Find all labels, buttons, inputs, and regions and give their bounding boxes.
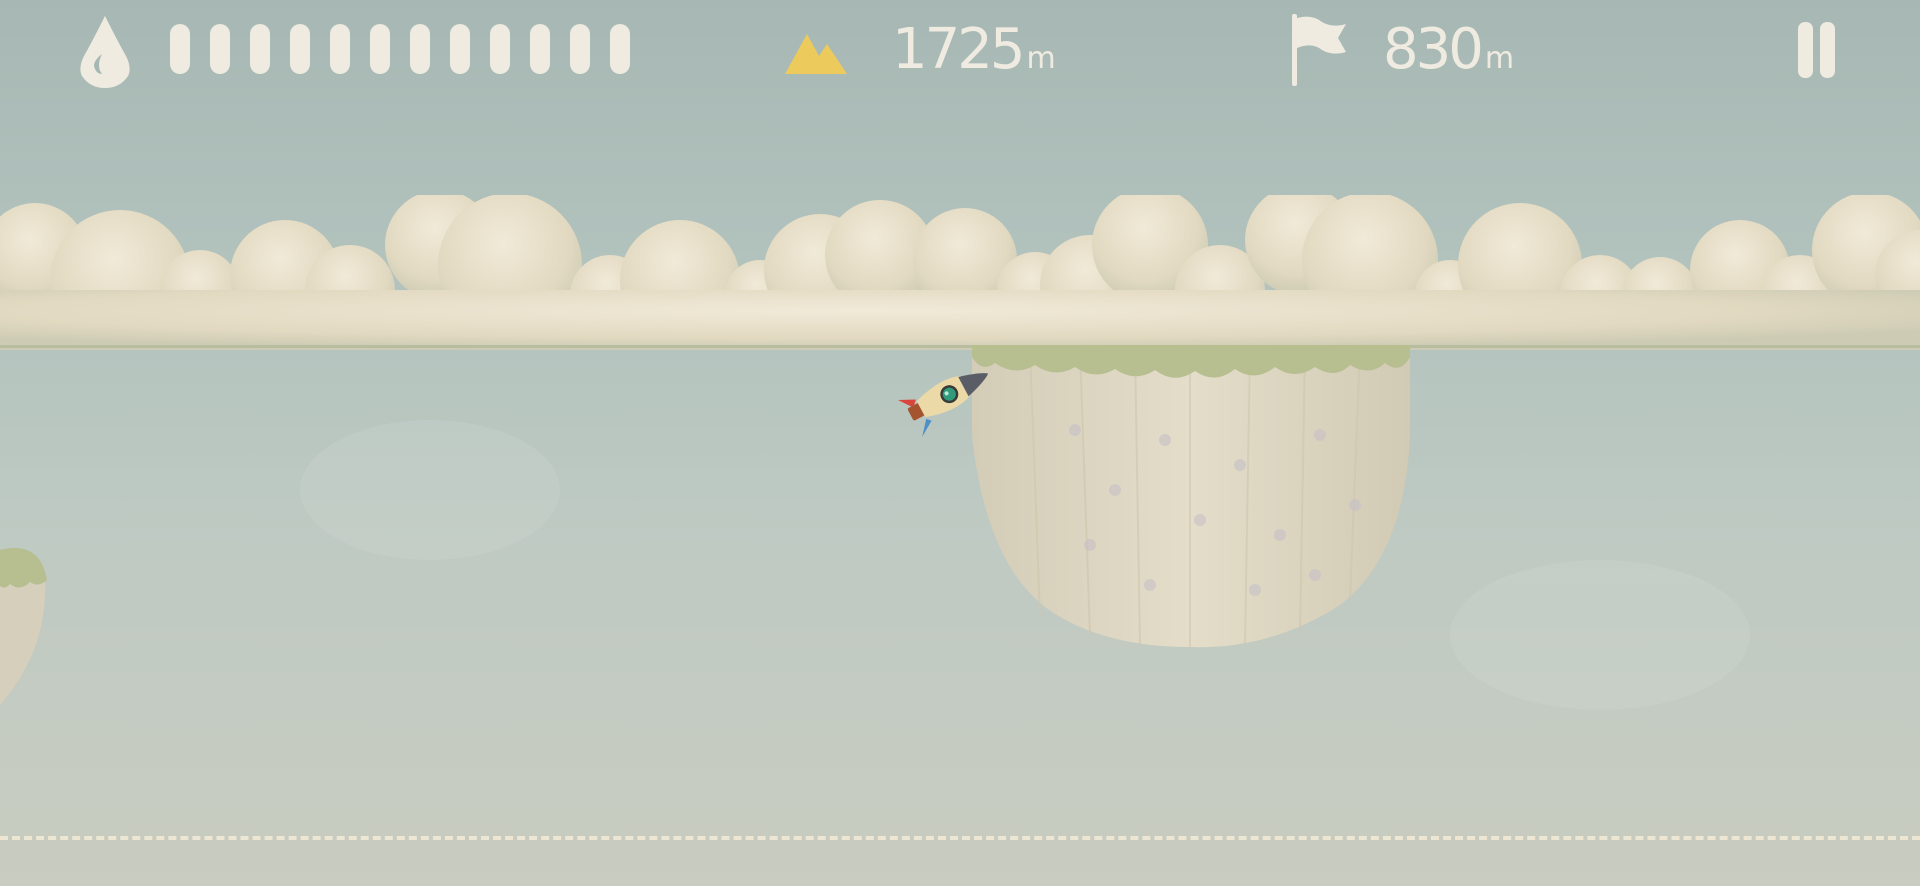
distance-unit: m [1484,41,1515,76]
fuel-segment [610,24,630,74]
background-texture [300,420,560,560]
background-texture [1450,560,1750,710]
altitude-unit: m [1026,41,1056,76]
fuel-segment [450,24,470,74]
fuel-segment [330,24,350,74]
fuel-segment [530,24,550,74]
pause-icon [1820,22,1835,78]
fuel-segment [250,24,270,74]
fuel-segment [210,24,230,74]
distance-readout: 830 m [1383,14,1514,95]
pause-icon [1798,22,1813,78]
fuel-segment [290,24,310,74]
flag-icon [1292,14,1346,86]
mountain-icon [785,34,847,74]
fuel-gauge [170,24,630,74]
fuel-segment [370,24,390,74]
dashed-ground-line [0,836,1920,840]
water-drop-icon [80,16,130,88]
distance-value: 830 [1383,17,1484,82]
cloud-layer [0,195,1920,350]
rocket-player [897,373,989,437]
altitude-readout: 1725 m [892,14,1056,95]
fuel-segment [410,24,430,74]
game-screen[interactable]: 1725 m 830 m [0,0,1920,886]
fuel-segment [570,24,590,74]
floating-island-partial [0,548,47,705]
altitude-value: 1725 [892,17,1026,82]
hud: 1725 m 830 m [0,0,1920,100]
fuel-segment [490,24,510,74]
pause-button[interactable] [1790,20,1840,80]
floating-island [972,345,1410,648]
fuel-segment [170,24,190,74]
